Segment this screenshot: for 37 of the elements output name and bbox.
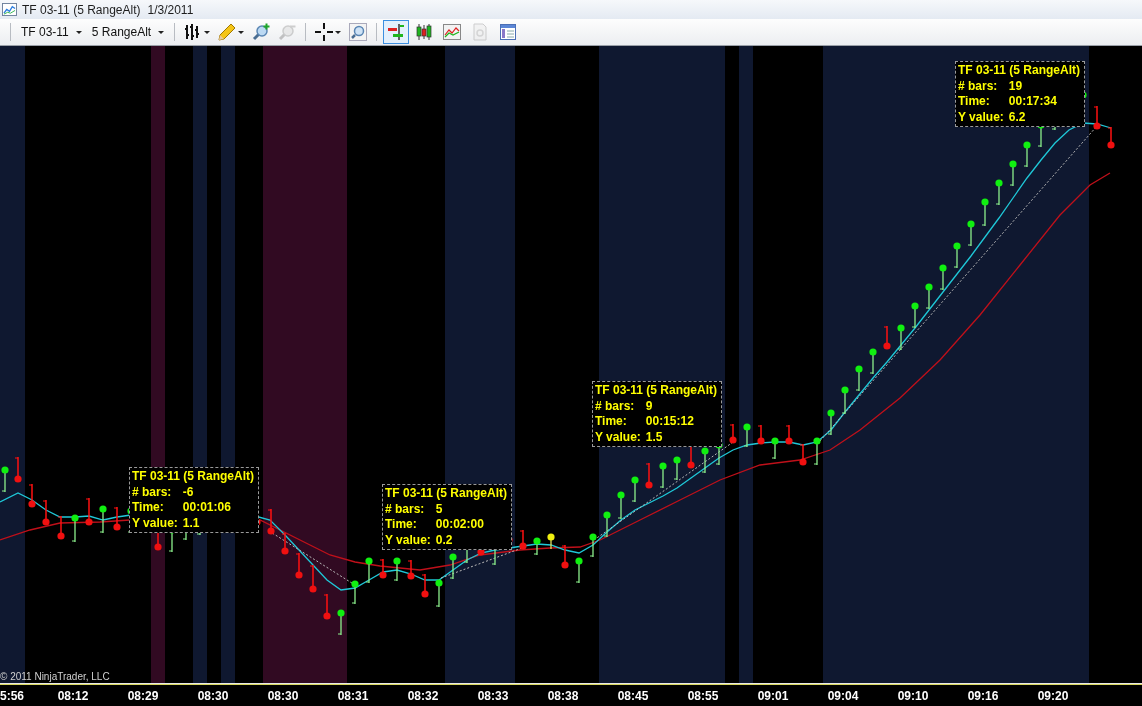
time-label: 08:38: [546, 688, 580, 703]
caret-icon: [158, 30, 165, 34]
time-label: 09:04: [826, 688, 860, 703]
window-panel-icon: [499, 23, 518, 41]
instrument-dropdown[interactable]: TF 03-11: [17, 22, 86, 42]
time-label: 08:29: [126, 688, 160, 703]
crosshair-icon: [315, 23, 334, 41]
search-icon: [349, 23, 368, 41]
candlestick-icon: [415, 23, 434, 41]
window-title: TF 03-11 (5 RangeAlt): [22, 2, 141, 17]
time-label: 08:32: [406, 688, 440, 703]
time-label: 09:20: [1036, 688, 1070, 703]
caret-icon: [204, 30, 211, 34]
chart-style-button[interactable]: [383, 20, 410, 44]
time-label: 5:56: [0, 688, 26, 703]
time-label: 08:30: [196, 688, 230, 703]
time-label: 09:10: [896, 688, 930, 703]
time-label: 08:30: [266, 688, 300, 703]
colored-bars-icon: [387, 23, 406, 41]
area-chart-icon: [443, 23, 462, 41]
time-label: 09:01: [756, 688, 790, 703]
time-label: 08:31: [336, 688, 370, 703]
time-label: 08:45: [616, 688, 650, 703]
zoom-out-icon: [278, 23, 297, 41]
time-label: 09:16: [966, 688, 1000, 703]
caret-icon: [335, 30, 342, 34]
zoom-in-icon: [252, 23, 271, 41]
caret-icon: [238, 30, 245, 34]
window-date: 1/3/2011: [147, 2, 194, 17]
pencil-icon: [218, 23, 237, 41]
line-chart-icon: [2, 3, 17, 16]
time-label: 08:33: [476, 688, 510, 703]
time-label: 08:55: [686, 688, 720, 703]
time-label: 08:12: [56, 688, 90, 703]
document-icon: [471, 23, 490, 41]
caret-icon: [75, 30, 82, 34]
period-dropdown[interactable]: 5 RangeAlt: [87, 22, 169, 42]
